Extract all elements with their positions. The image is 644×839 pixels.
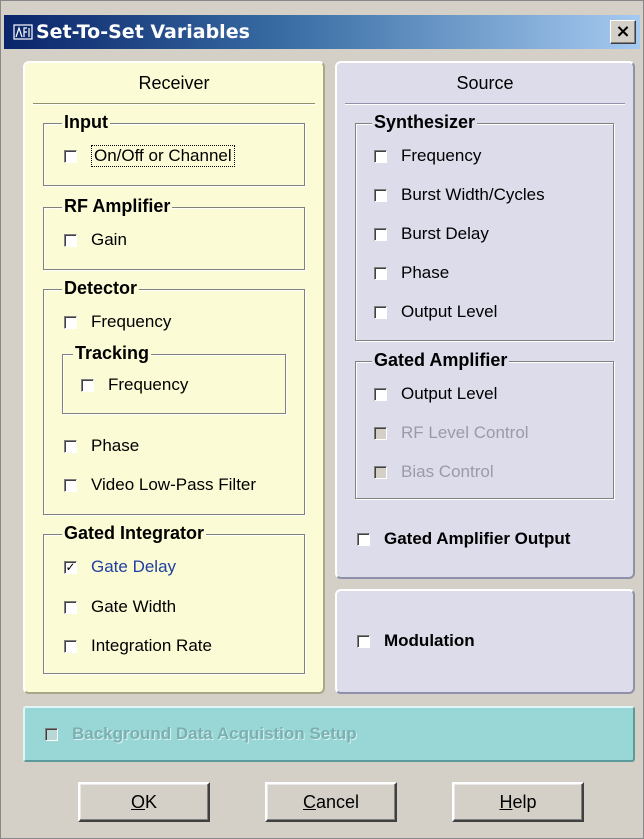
background-acquisition-checkbox: Background Data Acquistion Setup: [45, 722, 357, 746]
gamp-output-level-label: Output Level: [401, 384, 498, 403]
window-title: Set-To-Set Variables: [36, 21, 250, 43]
synth-output-level-label: Output Level: [401, 302, 498, 321]
gated-amplifier-group: Gated Amplifier Output Level RF Level Co…: [355, 350, 614, 499]
burst-delay-checkbox[interactable]: Burst Delay: [374, 222, 489, 246]
checkbox-box[interactable]: [64, 149, 77, 163]
modulation-label: Modulation: [384, 631, 475, 650]
input-group-label: Input: [62, 112, 110, 133]
cancel-button-mnemonic: C: [302, 792, 316, 812]
synth-frequency-checkbox[interactable]: Frequency: [374, 144, 481, 168]
gate-width-checkbox[interactable]: Gate Width: [64, 595, 176, 619]
receiver-title: Receiver: [138, 73, 210, 93]
checkbox-box-disabled: [45, 727, 58, 741]
video-filter-label: Video Low-Pass Filter: [91, 475, 257, 494]
gated-integrator-group: Gated Integrator ✓ Gate Delay Gate Width…: [43, 523, 305, 674]
cancel-button[interactable]: Cancel: [265, 782, 397, 822]
rf-level-control-checkbox: RF Level Control: [374, 421, 529, 445]
burst-width-checkbox[interactable]: Burst Width/Cycles: [374, 183, 545, 207]
close-button[interactable]: ×: [610, 20, 636, 44]
ok-button-label: K: [145, 792, 158, 812]
checkbox-box[interactable]: [64, 233, 77, 247]
checkbox-box[interactable]: [374, 227, 387, 241]
on-off-channel-label: On/Off or Channel: [91, 145, 235, 167]
help-button-label: elp: [512, 792, 537, 812]
detector-frequency-checkbox[interactable]: Frequency: [64, 310, 171, 334]
rf-amplifier-group: RF Amplifier Gain: [43, 196, 305, 270]
input-group: Input On/Off or Channel: [43, 112, 305, 186]
gated-integrator-group-label: Gated Integrator: [62, 523, 207, 544]
receiver-panel: Receiver Input On/Off or Channel RF Ampl…: [23, 61, 325, 694]
app-icon: [13, 24, 33, 40]
checkbox-box[interactable]: [374, 149, 387, 163]
checkbox-box[interactable]: [64, 478, 77, 492]
gate-width-label: Gate Width: [91, 597, 177, 616]
checkbox-box[interactable]: [357, 532, 370, 546]
bias-control-label: Bias Control: [401, 462, 494, 481]
dialog-window: Set-To-Set Variables × Receiver Input On…: [0, 0, 644, 839]
detector-group-label: Detector: [62, 278, 140, 299]
burst-width-label: Burst Width/Cycles: [401, 185, 545, 204]
help-button[interactable]: Help: [452, 782, 584, 822]
source-title: Source: [456, 73, 514, 93]
background-acquisition-label: Background Data Acquistion Setup: [72, 724, 357, 743]
synthesizer-group-label: Synthesizer: [372, 112, 478, 133]
checkbox-box[interactable]: [374, 266, 387, 280]
source-panel: Source Synthesizer Frequency Burst Width…: [335, 61, 635, 579]
tracking-frequency-checkbox[interactable]: Frequency: [81, 373, 188, 397]
checkbox-box-disabled: [374, 426, 387, 440]
burst-delay-label: Burst Delay: [401, 224, 489, 243]
checkbox-box[interactable]: [64, 639, 77, 653]
checkbox-box[interactable]: [357, 634, 370, 648]
checkbox-box[interactable]: [374, 387, 387, 401]
title-bar[interactable]: Set-To-Set Variables ×: [4, 15, 640, 49]
checkbox-box[interactable]: [64, 315, 77, 329]
ok-button[interactable]: OK: [78, 782, 210, 822]
tracking-group: Tracking Frequency: [62, 343, 286, 414]
source-divider: [345, 103, 625, 105]
cancel-button-label: ancel: [315, 792, 360, 812]
gate-delay-label: Gate Delay: [91, 557, 177, 576]
detector-frequency-label: Frequency: [91, 312, 172, 331]
synth-phase-label: Phase: [401, 263, 450, 282]
checkbox-box-checked[interactable]: ✓: [64, 560, 77, 574]
help-button-mnemonic: H: [499, 792, 513, 812]
ok-button-mnemonic: O: [130, 792, 145, 812]
video-filter-checkbox[interactable]: Video Low-Pass Filter: [64, 473, 256, 497]
gamp-output-level-checkbox[interactable]: Output Level: [374, 382, 497, 406]
checkbox-box[interactable]: [64, 439, 77, 453]
checkbox-box[interactable]: [81, 378, 94, 392]
gate-delay-checkbox[interactable]: ✓ Gate Delay: [64, 555, 176, 579]
checkbox-box-disabled: [374, 465, 387, 479]
integration-rate-checkbox[interactable]: Integration Rate: [64, 634, 212, 658]
checkbox-box[interactable]: [374, 188, 387, 202]
detector-group: Detector Frequency Tracking Frequency Ph…: [43, 278, 305, 515]
checkbox-box[interactable]: [64, 600, 77, 614]
receiver-divider: [33, 103, 315, 105]
integration-rate-label: Integration Rate: [91, 636, 212, 655]
gain-label: Gain: [91, 230, 127, 249]
synth-phase-checkbox[interactable]: Phase: [374, 261, 449, 285]
bias-control-checkbox: Bias Control: [374, 460, 494, 484]
checkbox-box[interactable]: [374, 305, 387, 319]
rf-level-control-label: RF Level Control: [401, 423, 529, 442]
tracking-group-label: Tracking: [73, 343, 152, 364]
synth-frequency-label: Frequency: [401, 146, 482, 165]
background-panel: Background Data Acquistion Setup: [23, 706, 635, 762]
tracking-frequency-label: Frequency: [108, 375, 189, 394]
modulation-panel: Modulation: [335, 589, 635, 694]
on-off-channel-checkbox[interactable]: On/Off or Channel: [64, 144, 235, 168]
modulation-checkbox[interactable]: Modulation: [357, 629, 475, 653]
synth-output-level-checkbox[interactable]: Output Level: [374, 300, 497, 324]
gain-checkbox[interactable]: Gain: [64, 228, 127, 252]
gated-amplifier-group-label: Gated Amplifier: [372, 350, 510, 371]
synthesizer-group: Synthesizer Frequency Burst Width/Cycles…: [355, 112, 614, 341]
detector-phase-checkbox[interactable]: Phase: [64, 434, 139, 458]
detector-phase-label: Phase: [91, 436, 140, 455]
gated-amplifier-output-checkbox[interactable]: Gated Amplifier Output: [357, 527, 570, 551]
gated-amplifier-output-label: Gated Amplifier Output: [384, 529, 571, 548]
rf-amplifier-group-label: RF Amplifier: [62, 196, 173, 217]
